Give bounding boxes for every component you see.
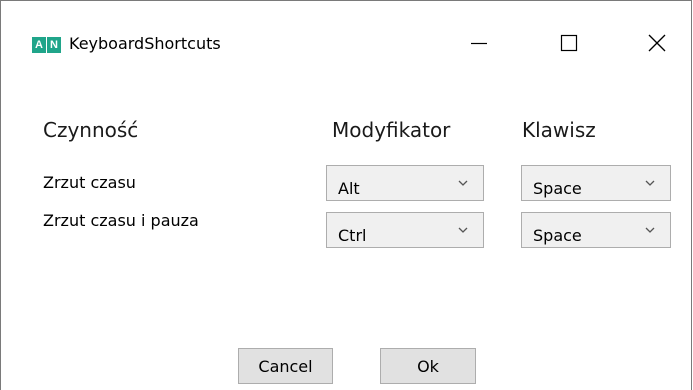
title-bar[interactable]: A N KeyboardShortcuts [1, 1, 691, 61]
modifier-select-row-2[interactable]: Ctrl [326, 212, 484, 248]
key-select-row-1[interactable]: Space [521, 165, 671, 201]
row-label-screenshot: Zrzut czasu [43, 173, 136, 192]
chevron-down-icon [458, 180, 468, 186]
header-action: Czynność [43, 118, 139, 142]
chevron-down-icon [645, 180, 655, 186]
cancel-button[interactable]: Cancel [238, 348, 333, 384]
minimize-button[interactable] [456, 23, 502, 63]
chevron-down-icon [458, 227, 468, 233]
close-button[interactable] [634, 23, 680, 63]
header-key: Klawisz [522, 118, 596, 142]
modifier-select-row-1[interactable]: Alt [326, 165, 484, 201]
app-icon: A N [32, 37, 62, 53]
chevron-down-icon [645, 227, 655, 233]
app-icon-letter-n: N [47, 37, 61, 53]
row-label-screenshot-pause: Zrzut czasu i pauza [43, 211, 199, 230]
modifier-select-value: Ctrl [338, 226, 367, 245]
app-icon-letter-a: A [32, 37, 46, 53]
maximize-icon [560, 34, 578, 52]
minimize-icon [471, 42, 487, 45]
keyboard-shortcuts-window: A N KeyboardShortcuts Czynność Modyfikat… [0, 0, 692, 390]
window-title: KeyboardShortcuts [69, 34, 221, 53]
modifier-select-value: Alt [338, 179, 360, 198]
key-select-row-2[interactable]: Space [521, 212, 671, 248]
ok-button[interactable]: Ok [380, 348, 476, 384]
header-modifier: Modyfikator [332, 118, 451, 142]
key-select-value: Space [533, 226, 582, 245]
maximize-button[interactable] [546, 23, 592, 63]
key-select-value: Space [533, 179, 582, 198]
close-icon [648, 34, 666, 52]
